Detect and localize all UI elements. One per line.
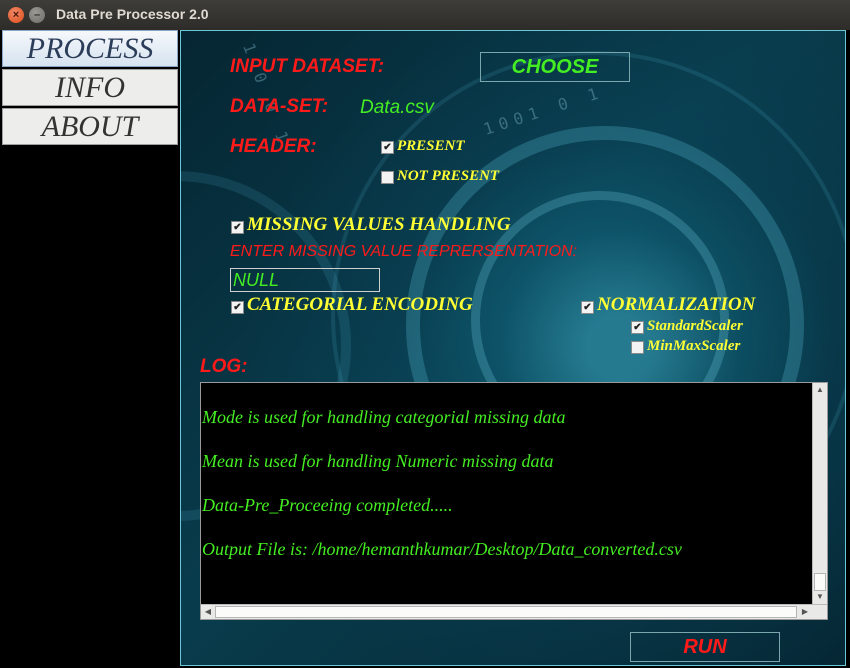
- minmax-scaler-checkbox[interactable]: [631, 341, 644, 354]
- log-vertical-scrollbar[interactable]: ▲ ▼: [812, 383, 827, 605]
- normalization-label[interactable]: NORMALIZATION: [597, 294, 755, 316]
- categorical-encoding-label[interactable]: CATEGORIAL ENCODING: [247, 294, 473, 316]
- missing-values-checkbox[interactable]: ✔: [231, 221, 244, 234]
- tab-about[interactable]: ABOUT: [2, 108, 178, 145]
- input-dataset-label: INPUT DATASET:: [230, 56, 385, 77]
- scroll-left-icon[interactable]: ◀: [202, 606, 214, 618]
- window-title: Data Pre Processor 2.0: [56, 6, 209, 22]
- standard-scaler-label[interactable]: StandardScaler: [647, 318, 743, 335]
- minimize-icon[interactable]: –: [29, 7, 45, 23]
- vertical-scroll-thumb[interactable]: [814, 573, 826, 591]
- missing-value-input[interactable]: NULL: [230, 268, 380, 292]
- log-line: Mode is used for handling categorial mis…: [202, 407, 566, 427]
- missing-values-label[interactable]: MISSING VALUES HANDLING: [247, 214, 511, 236]
- log-line: Output File is: /home/hemanthkumar/Deskt…: [202, 539, 682, 559]
- header-present-label[interactable]: PRESENT: [397, 138, 465, 155]
- header-not-present-checkbox[interactable]: [381, 171, 394, 184]
- dataset-label: DATA-SET:: [230, 96, 329, 117]
- choose-button[interactable]: CHOOSE: [480, 52, 630, 82]
- background-digits: 1 1 0 0 1: [228, 30, 295, 150]
- tab-info[interactable]: INFO: [2, 69, 178, 106]
- close-icon[interactable]: ×: [8, 7, 24, 23]
- log-label: LOG:: [200, 356, 248, 377]
- header-label: HEADER:: [230, 136, 317, 157]
- log-line: Data-Pre_Proceeing completed.....: [202, 495, 453, 515]
- header-not-present-label[interactable]: NOT PRESENT: [397, 168, 499, 185]
- sidebar: PROCESS INFO ABOUT: [0, 30, 180, 668]
- horizontal-scroll-thumb[interactable]: [215, 606, 797, 618]
- header-present-checkbox[interactable]: ✔: [381, 141, 394, 154]
- log-line: Mean is used for handling Numeric missin…: [202, 451, 554, 471]
- tab-process[interactable]: PROCESS: [2, 30, 178, 67]
- run-button[interactable]: RUN: [630, 632, 780, 662]
- normalization-checkbox[interactable]: ✔: [581, 301, 594, 314]
- minmax-scaler-label[interactable]: MinMaxScaler: [647, 338, 740, 355]
- missing-value-prompt: ENTER MISSING VALUE REPRERSENTATION:: [230, 243, 578, 260]
- dataset-value: Data.csv: [360, 97, 434, 118]
- scroll-up-icon[interactable]: ▲: [814, 384, 826, 396]
- standard-scaler-checkbox[interactable]: ✔: [631, 321, 644, 334]
- log-area[interactable]: Mode is used for handling categorial mis…: [200, 382, 828, 620]
- scroll-down-icon[interactable]: ▼: [814, 591, 826, 603]
- log-horizontal-scrollbar[interactable]: ◀ ▶: [201, 604, 827, 619]
- categorical-encoding-checkbox[interactable]: ✔: [231, 301, 244, 314]
- title-bar: × – Data Pre Processor 2.0: [0, 0, 850, 30]
- scroll-right-icon[interactable]: ▶: [799, 606, 811, 618]
